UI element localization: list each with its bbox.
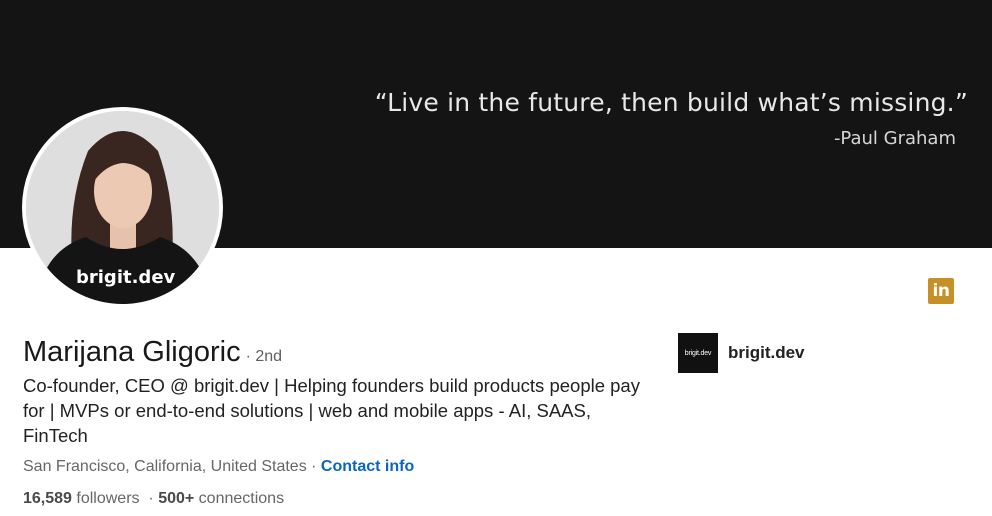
stats-separator: ·	[139, 490, 159, 507]
linkedin-icon[interactable]: in	[928, 278, 954, 304]
profile-location: San Francisco, California, United States	[23, 458, 307, 475]
profile-name: Marijana Gligoric	[23, 336, 241, 368]
banner-quote: “Live in the future, then build what’s m…	[374, 88, 968, 117]
avatar-photo: brigit.dev	[26, 111, 219, 304]
connections-label: connections	[194, 490, 285, 507]
followers-count: 16,589	[23, 490, 72, 507]
current-company[interactable]: brigit.dev brigit.dev	[678, 333, 805, 373]
followers-label: followers	[71, 490, 140, 507]
banner-quote-author: -Paul Graham	[833, 128, 956, 149]
profile-headline: Co-founder, CEO @ brigit.dev | Helping f…	[23, 375, 640, 446]
connections-stat[interactable]: 500+ connections	[158, 490, 284, 507]
profile-stats-row: 16,589 followers · 500+ connections	[23, 490, 284, 508]
followers-stat[interactable]: 16,589 followers	[23, 490, 140, 507]
location-separator: ·	[306, 458, 321, 475]
profile-name-row: Marijana Gligoric · 2nd	[23, 336, 282, 369]
connection-degree: · 2nd	[245, 348, 283, 365]
profile-location-row: San Francisco, California, United States…	[23, 458, 414, 476]
connections-count: 500+	[158, 490, 195, 507]
profile-avatar[interactable]: brigit.dev	[22, 107, 223, 308]
contact-info-link[interactable]: Contact info	[321, 458, 414, 475]
avatar-shirt-text: brigit.dev	[76, 267, 176, 288]
company-logo: brigit.dev	[678, 333, 718, 373]
company-name: brigit.dev	[728, 343, 805, 362]
